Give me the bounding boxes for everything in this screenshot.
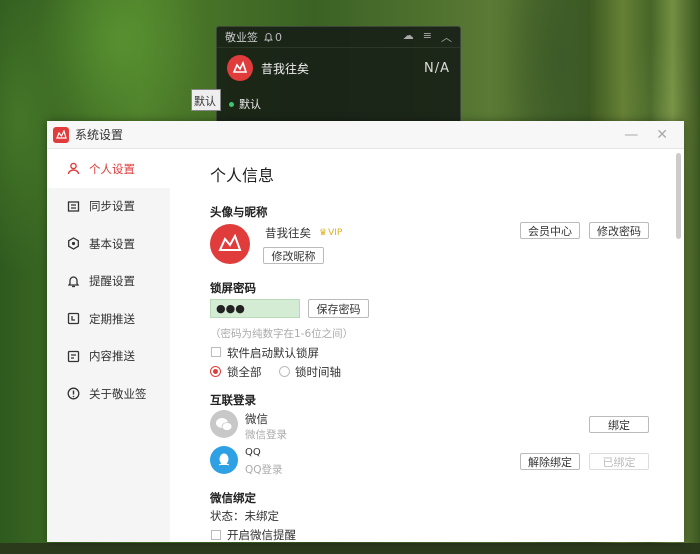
settings-icon <box>67 237 80 251</box>
wechat-reminder-checkbox[interactable] <box>211 530 221 540</box>
widget-controls: ☁ ≡ ︿ <box>403 29 452 45</box>
sidebar-item-content-push[interactable]: 内容推送 <box>47 338 170 376</box>
edit-nickname-button[interactable]: 修改昵称 <box>263 247 324 264</box>
widget-status: N/A <box>424 60 450 76</box>
nickname-text: 昔我往矣 <box>265 226 311 240</box>
sticky-note-widget: 敬业签 0 ☁ ≡ ︿ 昔我往矣 N/A 默认 <box>216 26 461 126</box>
wechat-bind-button[interactable]: 绑定 <box>589 416 649 433</box>
qq-bound-button: 已绑定 <box>589 453 649 470</box>
widget-user-row: 昔我往矣 N/A <box>217 48 460 88</box>
sidebar-item-label: 提醒设置 <box>89 274 135 289</box>
widget-header: 敬业签 0 ☁ ≡ ︿ <box>217 27 460 48</box>
sidebar-item-label: 关于敬业签 <box>89 386 147 401</box>
minimize-icon[interactable]: — <box>624 127 638 143</box>
lock-all-radio[interactable] <box>210 366 221 377</box>
dialog-titlebar[interactable]: 系统设置 — ✕ <box>47 121 684 149</box>
page-title: 个人信息 <box>210 166 275 185</box>
wechat-sub: 微信登录 <box>245 429 287 441</box>
sidebar-item-label: 内容推送 <box>89 349 135 364</box>
app-logo-icon <box>53 126 69 143</box>
wechat-bind-section-heading: 微信绑定 <box>210 491 256 505</box>
sidebar-item-basic[interactable]: 基本设置 <box>47 225 170 263</box>
background-taskbar-strip <box>0 543 700 554</box>
settings-dialog: 系统设置 — ✕ 个人设置 同步设置 基本设置 提醒设置 定期推送 内容推送 关… <box>47 121 684 542</box>
widget-user-name: 昔我往矣 <box>261 61 310 76</box>
sidebar-item-about[interactable]: 关于敬业签 <box>47 375 170 413</box>
info-icon <box>67 387 80 400</box>
member-center-button[interactable]: 会员中心 <box>520 222 580 239</box>
menu-icon[interactable]: ≡ <box>423 29 432 45</box>
sidebar-item-label: 基本设置 <box>89 236 135 251</box>
qq-sub: QQ登录 <box>245 464 283 476</box>
person-icon <box>67 162 80 175</box>
lock-section-heading: 锁屏密码 <box>210 281 256 295</box>
widget-default-group[interactable]: 默认 <box>217 88 460 120</box>
sidebar-item-personal[interactable]: 个人设置 <box>47 150 170 188</box>
sidebar-item-reminder[interactable]: 提醒设置 <box>47 263 170 301</box>
widget-title: 敬业签 <box>225 31 258 44</box>
background-window-tab[interactable]: 默认 <box>191 89 221 111</box>
widget-bell[interactable]: 0 <box>264 31 282 44</box>
content-scrollbar[interactable] <box>676 153 681 239</box>
sync-icon <box>67 200 80 213</box>
bell-icon <box>67 275 80 288</box>
bell-count: 0 <box>275 30 282 44</box>
lock-timeline-label: 锁时间轴 <box>295 365 341 379</box>
lock-all-label: 锁全部 <box>227 365 262 379</box>
settings-content: 个人信息 头像与昵称 昔我往矣 ♛ VIP 修改昵称 会员中心 修改密码 锁屏密… <box>170 150 670 542</box>
app-logo-icon <box>232 61 248 73</box>
lock-timeline-radio[interactable] <box>279 366 290 377</box>
qq-name: QQ <box>245 447 261 458</box>
dialog-title: 系统设置 <box>75 128 124 142</box>
widget-avatar[interactable] <box>227 55 253 81</box>
crown-icon: ♛ <box>319 228 328 238</box>
sidebar-item-label: 定期推送 <box>89 311 135 326</box>
sidebar-item-sync[interactable]: 同步设置 <box>47 188 170 226</box>
app-logo-icon <box>218 234 242 251</box>
avatar-section-heading: 头像与昵称 <box>210 205 268 219</box>
wechat-bind-status: 状态：未绑定 <box>210 509 279 523</box>
collapse-icon[interactable]: ︿ <box>441 29 452 45</box>
save-password-button[interactable]: 保存密码 <box>308 299 369 318</box>
bell-icon <box>264 33 273 42</box>
vip-badge: ♛ VIP <box>319 228 342 238</box>
wechat-icon <box>210 410 238 438</box>
password-hint: （密码为纯数字在1-6位之间） <box>210 328 354 340</box>
qq-icon <box>210 446 238 474</box>
login-section-heading: 互联登录 <box>210 393 256 407</box>
widget-default-label: 默认 <box>239 98 261 111</box>
wechat-reminder-label: 开启微信提醒 <box>227 528 296 542</box>
change-password-button[interactable]: 修改密码 <box>589 222 649 239</box>
settings-sidebar: 个人设置 同步设置 基本设置 提醒设置 定期推送 内容推送 关于敬业签 <box>47 150 170 542</box>
sidebar-item-scheduled-push[interactable]: 定期推送 <box>47 300 170 338</box>
green-dot-icon <box>229 101 234 107</box>
user-avatar[interactable] <box>210 224 250 264</box>
lock-password-field[interactable]: ●●● <box>210 299 300 318</box>
calendar-icon <box>67 312 80 325</box>
qq-unbind-button[interactable]: 解除绑定 <box>520 453 580 470</box>
sidebar-item-label: 同步设置 <box>89 199 135 214</box>
sidebar-item-label: 个人设置 <box>89 161 135 176</box>
auto-lock-label: 软件启动默认锁屏 <box>227 346 319 360</box>
wechat-name: 微信 <box>245 412 268 426</box>
vip-label: VIP <box>328 228 343 238</box>
auto-lock-checkbox[interactable] <box>211 347 221 357</box>
cloud-icon[interactable]: ☁ <box>403 29 414 45</box>
close-icon[interactable]: ✕ <box>656 127 668 143</box>
window-controls: — ✕ <box>624 127 678 143</box>
document-icon <box>67 350 80 363</box>
